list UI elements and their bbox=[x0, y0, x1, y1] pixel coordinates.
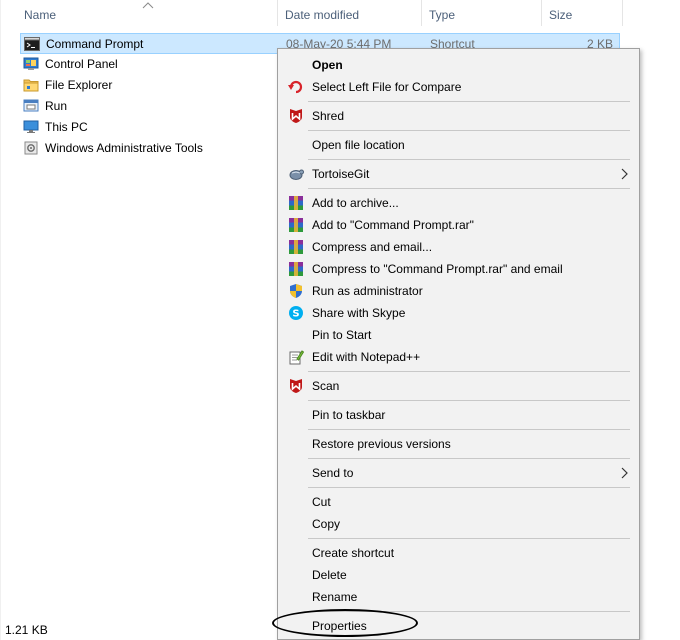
menu-item-share-skype[interactable]: S Share with Skype bbox=[280, 302, 637, 324]
menu-item-label: Restore previous versions bbox=[312, 437, 451, 451]
file-name: Command Prompt bbox=[46, 37, 144, 51]
folder-icon bbox=[23, 79, 39, 92]
menu-separator bbox=[308, 130, 630, 131]
file-name: This PC bbox=[45, 120, 88, 134]
compare-arrow-icon bbox=[288, 80, 303, 94]
menu-item-label: Add to archive... bbox=[312, 196, 399, 210]
menu-item-label: Edit with Notepad++ bbox=[312, 350, 421, 364]
column-divider[interactable] bbox=[622, 0, 623, 26]
menu-separator bbox=[308, 400, 630, 401]
column-header-date-modified[interactable]: Date modified bbox=[279, 0, 421, 30]
menu-item-label: Share with Skype bbox=[312, 306, 406, 320]
sort-ascending-icon bbox=[142, 2, 154, 9]
column-divider[interactable] bbox=[277, 0, 278, 26]
menu-item-label: Pin to taskbar bbox=[312, 408, 386, 422]
menu-item-restore-versions[interactable]: Restore previous versions bbox=[280, 433, 637, 455]
status-selection-size: 1.21 KB bbox=[5, 623, 48, 637]
menu-separator bbox=[308, 188, 630, 189]
menu-item-label: Add to "Command Prompt.rar" bbox=[312, 218, 474, 232]
menu-separator bbox=[308, 371, 630, 372]
menu-item-label: Open bbox=[312, 58, 343, 72]
file-name: Run bbox=[45, 99, 68, 113]
submenu-arrow-icon bbox=[621, 168, 628, 180]
column-header-type[interactable]: Type bbox=[423, 0, 541, 30]
menu-item-pin-taskbar[interactable]: Pin to taskbar bbox=[280, 404, 637, 426]
menu-item-scan[interactable]: Scan bbox=[280, 375, 637, 397]
uac-shield-icon bbox=[290, 284, 302, 298]
notepad-plus-plus-icon bbox=[289, 350, 304, 365]
menu-item-label: Cut bbox=[312, 495, 331, 509]
menu-item-label: Pin to Start bbox=[312, 328, 372, 342]
menu-item-compress-email[interactable]: Compress and email... bbox=[280, 236, 637, 258]
submenu-arrow-icon bbox=[621, 467, 628, 479]
menu-item-cut[interactable]: Cut bbox=[280, 491, 637, 513]
menu-item-label: Run as administrator bbox=[312, 284, 423, 298]
menu-separator bbox=[308, 101, 630, 102]
menu-item-label: Send to bbox=[312, 466, 354, 480]
winrar-icon bbox=[289, 262, 303, 276]
menu-item-open[interactable]: Open bbox=[280, 54, 637, 76]
winrar-icon bbox=[289, 196, 303, 210]
menu-item-label: Compress and email... bbox=[312, 240, 433, 254]
column-header-type-label: Type bbox=[429, 8, 456, 22]
menu-item-tortoisegit[interactable]: TortoiseGit bbox=[280, 163, 637, 185]
menu-item-run-as-admin[interactable]: Run as administrator bbox=[280, 280, 637, 302]
column-divider[interactable] bbox=[421, 0, 422, 26]
menu-item-create-shortcut[interactable]: Create shortcut bbox=[280, 542, 637, 564]
menu-item-rename[interactable]: Rename bbox=[280, 586, 637, 608]
menu-separator bbox=[308, 458, 630, 459]
mcafee-shield-icon bbox=[290, 379, 302, 393]
menu-item-edit-notepad[interactable]: Edit with Notepad++ bbox=[280, 346, 637, 368]
cmd-icon bbox=[24, 37, 40, 51]
menu-separator bbox=[308, 538, 630, 539]
file-name: Control Panel bbox=[45, 57, 118, 71]
column-header-size-label: Size bbox=[549, 8, 573, 22]
file-name: Windows Administrative Tools bbox=[45, 141, 203, 155]
skype-icon: S bbox=[289, 306, 303, 320]
menu-item-select-left-compare[interactable]: Select Left File for Compare bbox=[280, 76, 637, 98]
menu-item-open-file-location[interactable]: Open file location bbox=[280, 134, 637, 156]
admin-tools-icon bbox=[24, 141, 38, 155]
context-menu: Open Select Left File for Compare Shred … bbox=[277, 48, 640, 640]
menu-item-send-to[interactable]: Send to bbox=[280, 462, 637, 484]
menu-item-label: Rename bbox=[312, 590, 358, 604]
window-left-border bbox=[0, 0, 1, 640]
menu-item-label: Open file location bbox=[312, 138, 405, 152]
menu-item-label: Delete bbox=[312, 568, 347, 582]
pc-icon bbox=[23, 120, 39, 133]
tortoisegit-icon bbox=[289, 169, 304, 180]
menu-separator bbox=[308, 487, 630, 488]
menu-item-label: Shred bbox=[312, 109, 345, 123]
winrar-icon bbox=[289, 218, 303, 232]
menu-item-compress-rar-email[interactable]: Compress to "Command Prompt.rar" and ema… bbox=[280, 258, 637, 280]
run-icon bbox=[23, 99, 39, 112]
menu-item-label: Create shortcut bbox=[312, 546, 395, 560]
menu-item-delete[interactable]: Delete bbox=[280, 564, 637, 586]
file-name: File Explorer bbox=[45, 78, 113, 92]
control-panel-icon bbox=[23, 57, 39, 70]
winrar-icon bbox=[289, 240, 303, 254]
menu-item-label: Properties bbox=[312, 619, 367, 633]
menu-item-label: Scan bbox=[312, 379, 340, 393]
menu-separator bbox=[308, 159, 630, 160]
svg-text:S: S bbox=[292, 309, 299, 320]
menu-item-pin-start[interactable]: Pin to Start bbox=[280, 324, 637, 346]
mcafee-shield-icon bbox=[290, 109, 302, 123]
menu-item-add-to-archive[interactable]: Add to archive... bbox=[280, 192, 637, 214]
column-header-size[interactable]: Size bbox=[543, 0, 623, 30]
menu-item-add-to-rar[interactable]: Add to "Command Prompt.rar" bbox=[280, 214, 637, 236]
column-divider[interactable] bbox=[541, 0, 542, 26]
menu-item-properties[interactable]: Properties bbox=[280, 615, 637, 637]
menu-item-label: Compress to "Command Prompt.rar" and ema… bbox=[312, 262, 563, 276]
menu-item-label: Copy bbox=[312, 517, 341, 531]
menu-separator bbox=[308, 611, 630, 612]
column-header-name-label: Name bbox=[24, 8, 57, 22]
column-header-date-label: Date modified bbox=[285, 8, 360, 22]
menu-item-label: Select Left File for Compare bbox=[312, 80, 462, 94]
menu-item-label: TortoiseGit bbox=[312, 167, 370, 181]
column-headers: Name Date modified Type Size bbox=[0, 0, 680, 30]
menu-separator bbox=[308, 429, 630, 430]
menu-item-shred[interactable]: Shred bbox=[280, 105, 637, 127]
menu-item-copy[interactable]: Copy bbox=[280, 513, 637, 535]
